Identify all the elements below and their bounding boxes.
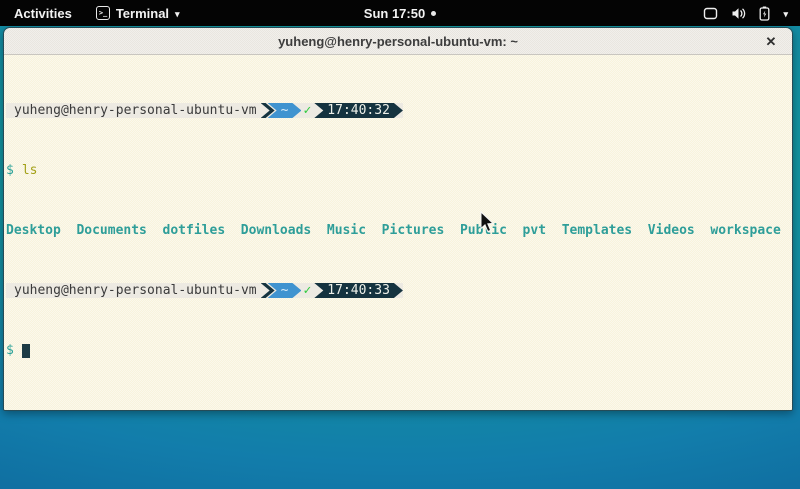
- powerline-prompt: yuheng@henry-personal-ubuntu-vm ~ ✓ 17:4…: [6, 283, 403, 298]
- status-check-icon: ✓: [303, 283, 311, 298]
- top-bar: Activities >_ Terminal ▾ Sun 17:50 ▾: [0, 0, 800, 26]
- status-check-icon: ✓: [303, 103, 311, 118]
- powerline-prompt: yuheng@henry-personal-ubuntu-vm ~ ✓ 17:4…: [6, 103, 403, 118]
- system-status-area[interactable]: ▾: [703, 0, 800, 26]
- command-text: ls: [22, 163, 38, 178]
- clock[interactable]: Sun 17:50: [364, 6, 425, 21]
- mouse-cursor-icon: [480, 211, 495, 233]
- time-segment: 17:40:33: [314, 283, 403, 298]
- user-host: yuheng@henry-personal-ubuntu-vm: [14, 103, 257, 118]
- app-menu-label: Terminal: [116, 6, 169, 21]
- activities-button[interactable]: Activities: [0, 0, 86, 26]
- ls-output: Desktop Documents dotfiles Downloads Mus…: [6, 223, 781, 238]
- terminal-content[interactable]: yuheng@henry-personal-ubuntu-vm ~ ✓ 17:4…: [4, 55, 792, 410]
- text-cursor: [22, 344, 30, 358]
- notification-dot-icon: [431, 11, 436, 16]
- command-line: $ ls: [6, 163, 792, 178]
- prompt-line: yuheng@henry-personal-ubuntu-vm ~ ✓ 17:4…: [6, 103, 792, 118]
- time-segment: 17:40:32: [314, 103, 403, 118]
- user-host: yuheng@henry-personal-ubuntu-vm: [14, 283, 257, 298]
- terminal-icon: >_: [96, 6, 110, 20]
- chevron-down-icon: ▾: [175, 10, 180, 19]
- prompt-symbol: $: [6, 343, 14, 358]
- display-icon: [703, 7, 718, 20]
- window-titlebar[interactable]: yuheng@henry-personal-ubuntu-vm: ~ ✕: [4, 28, 792, 55]
- battery-charging-icon: [759, 6, 770, 21]
- app-menu-terminal[interactable]: >_ Terminal ▾: [86, 0, 190, 26]
- input-line[interactable]: $: [6, 343, 792, 358]
- prompt-symbol: $: [6, 163, 14, 178]
- volume-icon: [731, 7, 746, 20]
- terminal-window: yuheng@henry-personal-ubuntu-vm: ~ ✕ yuh…: [3, 27, 793, 411]
- chevron-down-icon[interactable]: ▾: [783, 10, 788, 19]
- window-title: yuheng@henry-personal-ubuntu-vm: ~: [278, 34, 518, 49]
- close-icon[interactable]: ✕: [760, 28, 782, 55]
- prompt-line: yuheng@henry-personal-ubuntu-vm ~ ✓ 17:4…: [6, 283, 792, 298]
- output-line: Desktop Documents dotfiles Downloads Mus…: [6, 223, 792, 238]
